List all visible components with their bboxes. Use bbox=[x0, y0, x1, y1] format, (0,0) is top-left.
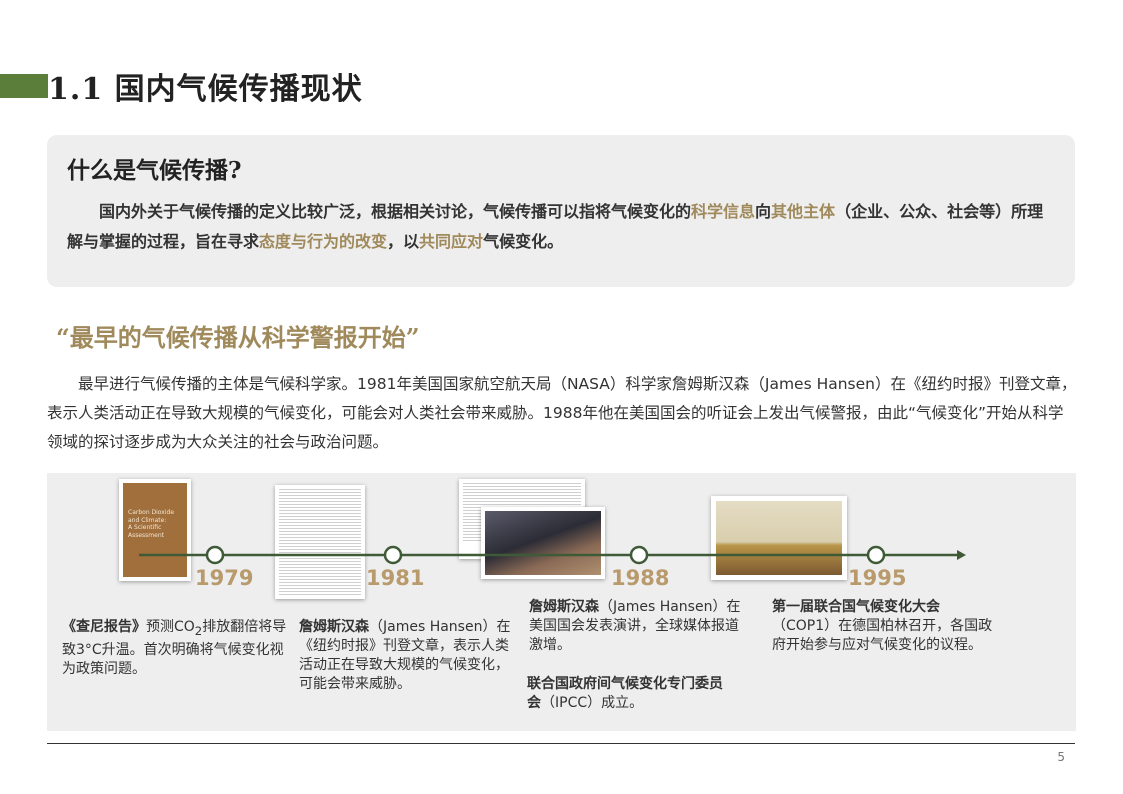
definition-text: ，以 bbox=[387, 232, 420, 251]
event-desc-1988-ipcc: 联合国政府间气候变化专门委员会（IPCC）成立。 bbox=[527, 675, 727, 713]
timeline-node-1981 bbox=[383, 545, 403, 565]
page-title: 1.1 国内气候传播现状 bbox=[48, 72, 363, 107]
definition-heading: 什么是气候传播? bbox=[67, 157, 242, 184]
definition-body: 国内外关于气候传播的定义比较广泛，根据相关讨论，气候传播可以指将气候变化的科学信… bbox=[67, 197, 1055, 257]
definition-text: 国内外关于气候传播的定义比较广泛，根据相关讨论，气候传播可以指将气候变化的 bbox=[99, 202, 692, 221]
event-text: （COP1）在德国柏林召开，各国政府开始参与应对气候变化的议程。 bbox=[772, 618, 993, 653]
footer-rule bbox=[47, 743, 1075, 744]
event-title: 第一届联合国气候变化大会 bbox=[772, 599, 940, 615]
event-title: 詹姆斯汉森 bbox=[299, 619, 369, 635]
year-label-1995: 1995 bbox=[848, 566, 907, 590]
definition-box: 什么是气候传播? 国内外关于气候传播的定义比较广泛，根据相关讨论，气候传播可以指… bbox=[47, 135, 1075, 287]
event-desc-1981: 詹姆斯汉森（James Hansen）在《纽约时报》刊登文章，表示人类活动正在导… bbox=[299, 618, 513, 694]
event-desc-1988: 詹姆斯汉森（James Hansen）在美国国会发表演讲，全球媒体报道激增。 bbox=[529, 598, 745, 655]
highlight-science-info: 科学信息 bbox=[691, 202, 756, 221]
section-paragraph: 最早进行气候传播的主体是气候科学家。1981年美国国家航空航天局（NASA）科学… bbox=[47, 375, 1077, 451]
event-text: 预测CO bbox=[146, 619, 195, 635]
timeline-arrow-head bbox=[957, 550, 966, 560]
definition-text: 气候变化。 bbox=[483, 232, 564, 251]
definition-text: 向 bbox=[755, 202, 772, 221]
page-number: 5 bbox=[1057, 750, 1065, 764]
year-label-1981: 1981 bbox=[366, 566, 425, 590]
highlight-joint-response: 共同应对 bbox=[419, 232, 484, 251]
timeline-panel: Carbon Dioxide and Climate: A Scientific… bbox=[47, 473, 1076, 731]
highlight-attitude-change: 态度与行为的改变 bbox=[259, 232, 388, 251]
timeline-node-1979 bbox=[205, 545, 225, 565]
highlight-other-subjects: 其他主体 bbox=[771, 202, 836, 221]
timeline-node-1988 bbox=[629, 545, 649, 565]
timeline-node-1995 bbox=[866, 545, 886, 565]
section-quote-heading: “最早的气候传播从科学警报开始” bbox=[56, 323, 420, 352]
year-label-1979: 1979 bbox=[195, 566, 254, 590]
event-title: 詹姆斯汉森 bbox=[529, 599, 599, 615]
event-text: （IPCC）成立。 bbox=[541, 695, 644, 711]
event-desc-1995: 第一届联合国气候变化大会 （COP1）在德国柏林召开，各国政府开始参与应对气候变化… bbox=[772, 598, 998, 655]
year-label-1988: 1988 bbox=[611, 566, 670, 590]
event-title: 《查尼报告》 bbox=[62, 619, 146, 635]
title-accent-bar bbox=[0, 74, 48, 98]
event-desc-1979: 《查尼报告》预测CO2排放翻倍将导致3°C升温。首次明确将气候变化视为政策问题。 bbox=[62, 618, 288, 679]
